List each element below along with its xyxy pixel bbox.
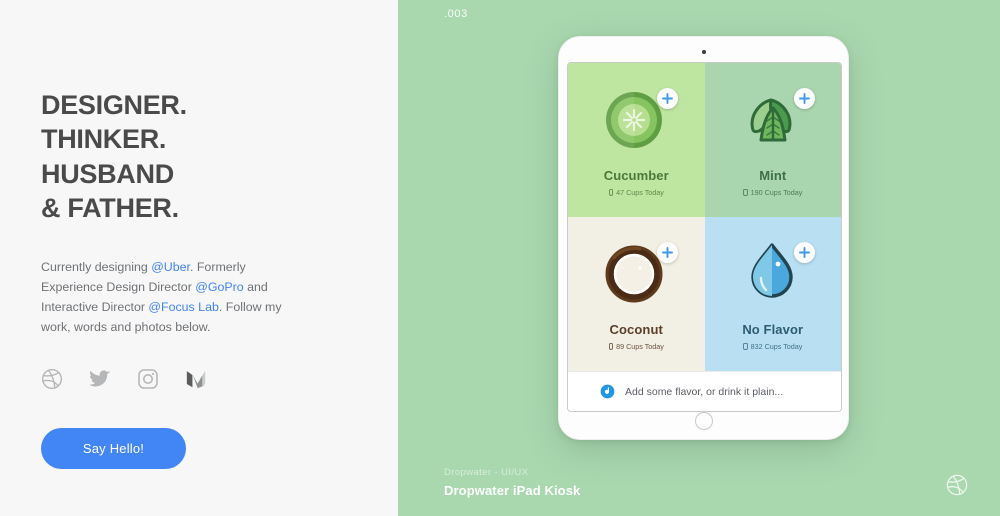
flavor-tile-mint[interactable]: Mint 190 Cups Today: [704, 63, 841, 217]
tile-count-label: 190 Cups Today: [750, 187, 803, 197]
ipad-screen: Cucumber 47 Cups Today Mint 190 Cups Tod…: [567, 62, 842, 412]
plus-icon: [662, 246, 674, 258]
tile-count-label: 47 Cups Today: [616, 187, 664, 197]
project-category: Dropwater - UI/UX: [444, 467, 529, 478]
tile-count: 832 Cups Today: [743, 342, 802, 351]
link-focus-lab[interactable]: @Focus Lab: [148, 300, 218, 314]
dribbble-icon: [41, 368, 63, 389]
kiosk-footer-bar[interactable]: Add some flavor, or drink it plain...: [568, 371, 841, 411]
ipad-device: Cucumber 47 Cups Today Mint 190 Cups Tod…: [558, 36, 849, 440]
add-flavor-button-no-flavor[interactable]: [793, 241, 815, 263]
link-uber[interactable]: @Uber: [151, 260, 190, 274]
tile-name: No Flavor: [742, 321, 804, 337]
cup-icon: [608, 342, 614, 350]
bio-text-1: Currently designing: [41, 260, 152, 275]
page-root: DESIGNER. THINKER. HUSBAND & FATHER. Cur…: [0, 0, 1000, 516]
camera-icon: [701, 50, 706, 54]
say-hello-button[interactable]: Say Hello!: [41, 427, 186, 469]
cup-icon: [608, 188, 614, 196]
project-caption: Dropwater - UI/UX Dropwater iPad Kiosk: [444, 467, 580, 498]
dribbble-watermark-icon[interactable]: [946, 474, 968, 496]
instagram-icon: [138, 368, 158, 389]
cup-icon: [743, 342, 748, 350]
headline-line-2: THINKER.: [41, 124, 167, 155]
page-title: DESIGNER. THINKER. HUSBAND & FATHER.: [41, 88, 341, 225]
bio-paragraph: Currently designing @Uber. Formerly Expe…: [41, 257, 309, 337]
twitter-icon: [89, 369, 111, 386]
cup-icon: [743, 188, 748, 196]
flavor-tile-coconut[interactable]: Coconut 89 Cups Today: [568, 217, 705, 371]
tile-artwork: [737, 84, 815, 156]
showcase-panel: .003 Cucumber 47 Cups Today Mint 190 Cup…: [398, 0, 1000, 516]
tile-name: Coconut: [609, 321, 663, 337]
tile-count: 190 Cups Today: [743, 188, 802, 197]
tile-count: 89 Cups Today: [608, 341, 664, 351]
tile-count-label: 832 Cups Today: [750, 341, 803, 351]
intro-panel: DESIGNER. THINKER. HUSBAND & FATHER. Cur…: [0, 0, 398, 516]
slide-number: .003: [444, 8, 468, 20]
tile-name: Mint: [759, 167, 787, 183]
tile-artwork: [600, 84, 679, 156]
headline-line-3: HUSBAND: [41, 158, 174, 189]
home-button[interactable]: [694, 412, 713, 430]
headline-line-1: DESIGNER.: [41, 90, 187, 120]
tile-artwork: [600, 238, 679, 310]
social-link-twitter[interactable]: [89, 368, 111, 390]
plus-icon: [798, 246, 810, 258]
link-gopro[interactable]: @GoPro: [195, 280, 243, 294]
tile-name: Cucumber: [603, 167, 669, 183]
add-flavor-button-cucumber[interactable]: [657, 87, 679, 109]
add-flavor-button-coconut[interactable]: [657, 241, 679, 263]
flavor-tile-cucumber[interactable]: Cucumber 47 Cups Today: [568, 63, 705, 217]
plus-icon: [662, 92, 674, 104]
headline-line-4: & FATHER.: [41, 192, 179, 223]
social-link-medium[interactable]: [185, 368, 207, 390]
tile-artwork: [737, 238, 815, 310]
tile-count: 47 Cups Today: [608, 187, 664, 197]
medium-icon: [186, 370, 206, 388]
dropwater-logo-icon: [600, 384, 615, 399]
social-link-dribbble[interactable]: [41, 368, 63, 390]
flavor-tile-no-flavor[interactable]: No Flavor 832 Cups Today: [704, 217, 841, 371]
tile-count-label: 89 Cups Today: [616, 341, 664, 351]
plus-icon: [798, 92, 810, 104]
flavor-grid: Cucumber 47 Cups Today Mint 190 Cups Tod…: [568, 63, 841, 371]
add-flavor-button-mint[interactable]: [793, 87, 815, 109]
kiosk-footer-text: Add some flavor, or drink it plain...: [625, 385, 784, 398]
social-links: [41, 368, 341, 390]
project-title: Dropwater iPad Kiosk: [444, 483, 581, 498]
social-link-instagram[interactable]: [137, 368, 159, 390]
